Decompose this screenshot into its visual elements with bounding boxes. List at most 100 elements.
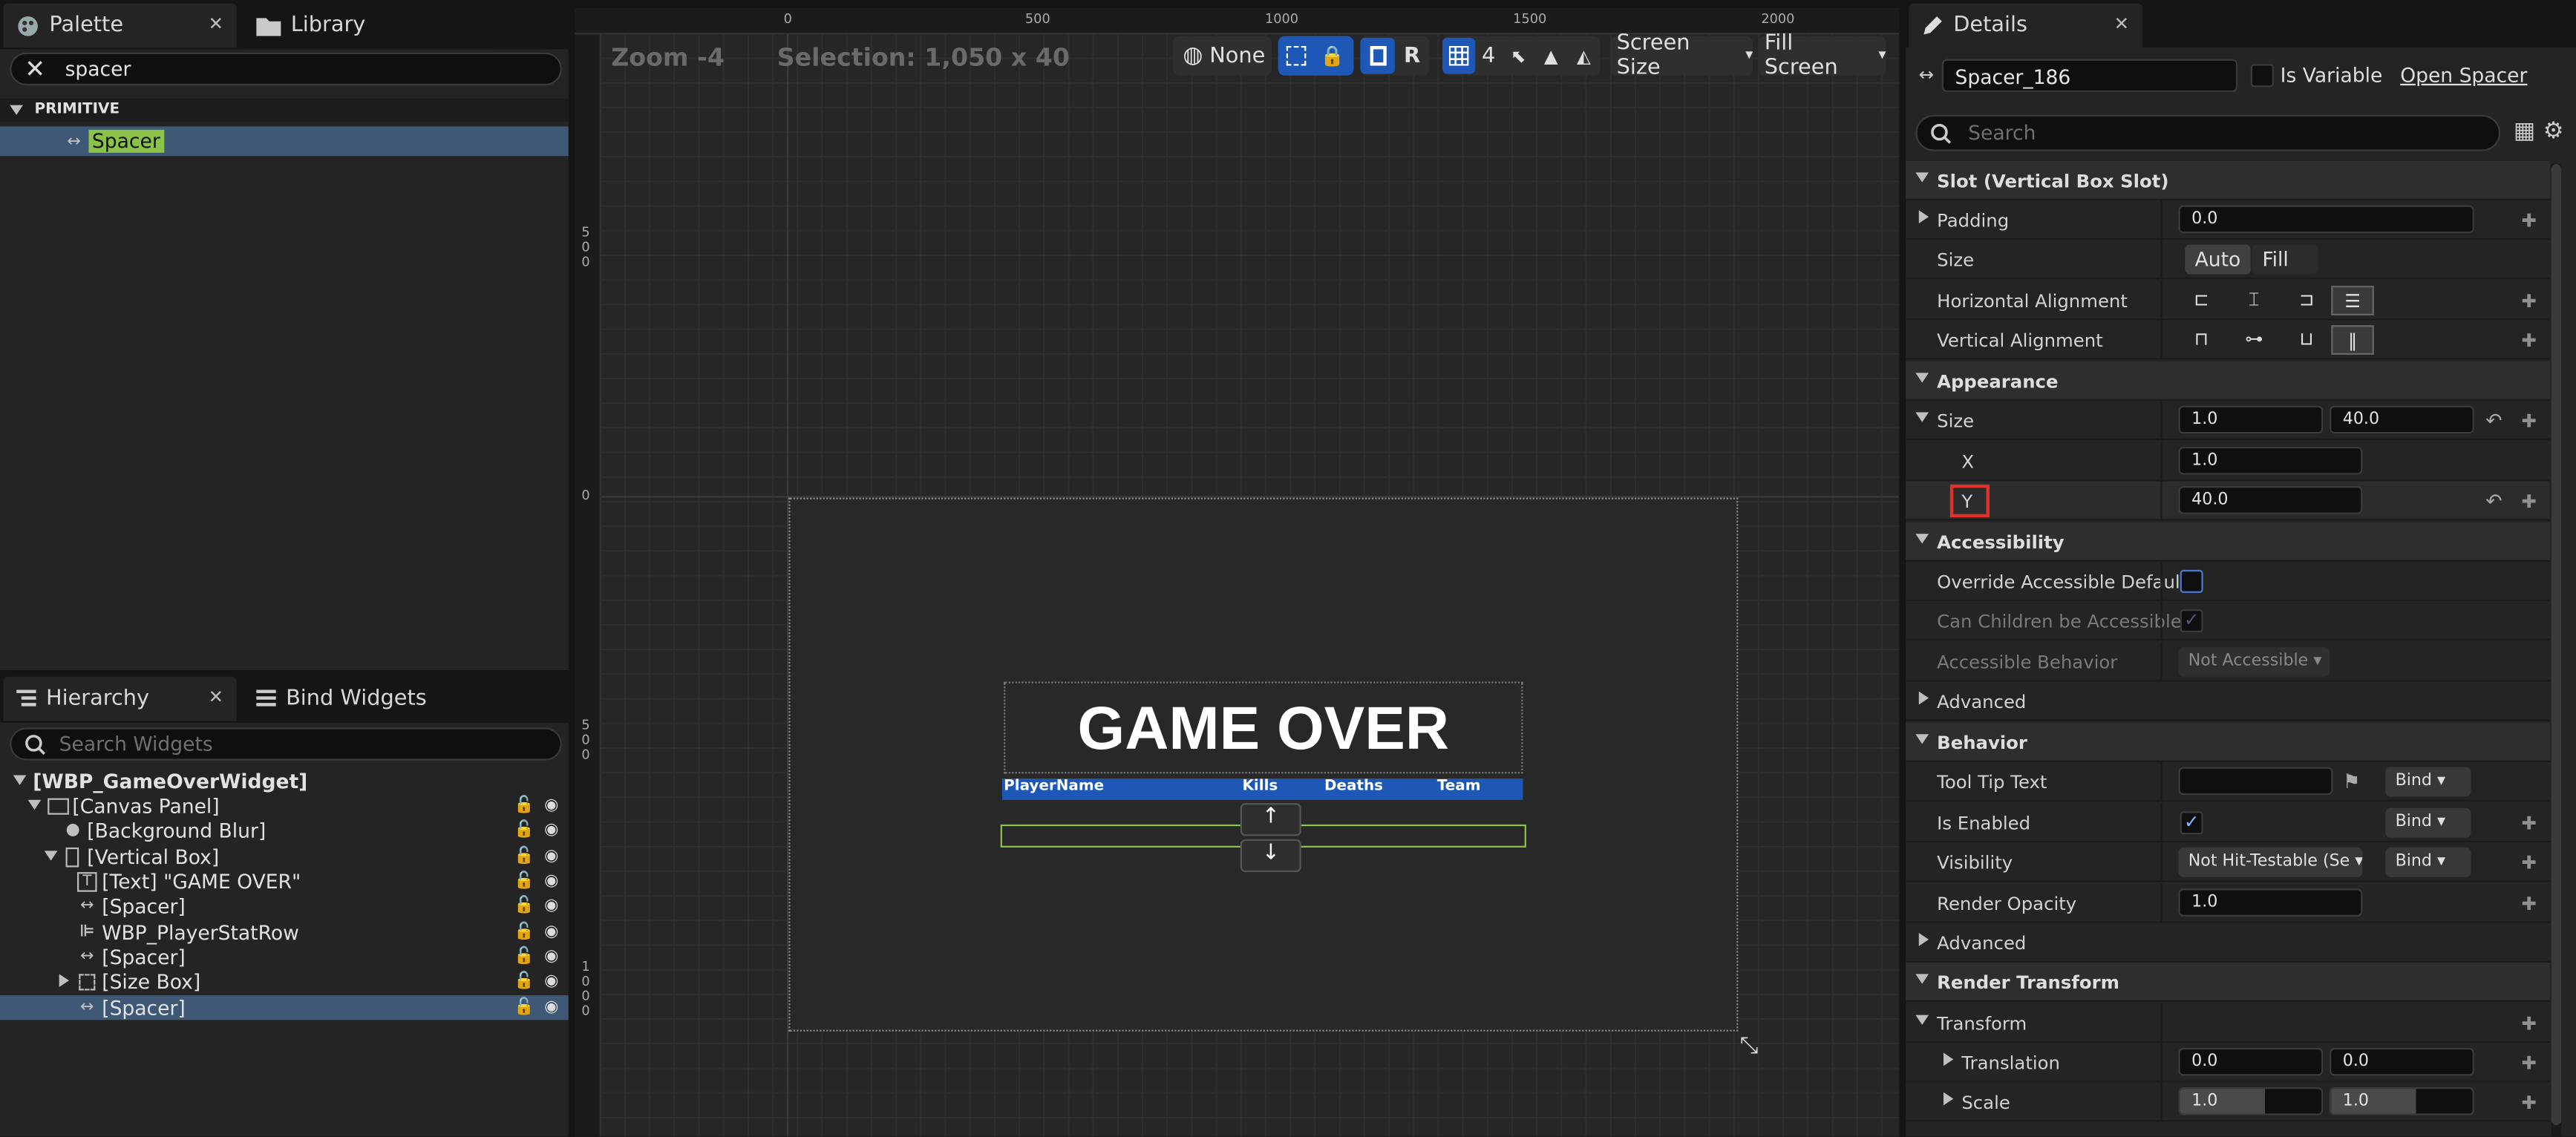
player-stat-row[interactable]: PlayerName Kills Deaths Team xyxy=(1001,778,1523,800)
align-top-icon[interactable]: ⊓ xyxy=(2180,325,2223,355)
tree-row-canvas-panel[interactable]: [Canvas Panel] 🔓 ◉ xyxy=(0,793,569,818)
align-right-icon[interactable]: ⊐ xyxy=(2285,286,2328,315)
lock-visibility-icons[interactable]: 🔓 ◉ xyxy=(514,796,558,814)
property-advanced[interactable]: Advanced xyxy=(1906,923,2550,963)
move-down-button[interactable]: ↓ xyxy=(1240,839,1301,873)
x-input[interactable]: 1.0 xyxy=(2178,446,2363,475)
size-fill-button[interactable]: Fill xyxy=(2252,244,2318,275)
details-search-input[interactable]: Search xyxy=(1915,114,2501,151)
size-x-input[interactable]: 1.0 xyxy=(2178,405,2324,434)
flag-icon[interactable]: ⚑ xyxy=(2343,770,2361,793)
align-bottom-icon[interactable]: ⊔ xyxy=(2285,325,2328,355)
scrollbar-thumb[interactable] xyxy=(2551,164,2562,1125)
keyframe-icon[interactable]: ✚ xyxy=(2521,291,2536,312)
keyframe-icon[interactable]: ✚ xyxy=(2521,491,2536,513)
is-enabled-checkbox[interactable]: ✓ xyxy=(2180,811,2203,835)
align-fill-icon[interactable]: ☰ xyxy=(2331,286,2374,315)
tree-row-spacer[interactable]: ↔ [Spacer] 🔓 ◉ xyxy=(0,944,569,969)
translation-x-input[interactable]: 0.0 xyxy=(2178,1047,2324,1076)
category-slot[interactable]: Slot (Vertical Box Slot) xyxy=(1906,160,2550,200)
fill-screen-dropdown[interactable]: Fill Screen ▾ xyxy=(1757,31,1886,80)
override-checkbox[interactable] xyxy=(2180,569,2203,593)
keyframe-icon[interactable]: ✚ xyxy=(2521,1092,2536,1114)
align-left-icon[interactable]: ⊏ xyxy=(2180,286,2223,315)
image-icon[interactable]: ▲ xyxy=(1534,38,1567,74)
r-button[interactable]: R xyxy=(1395,38,1429,74)
palette-search-input[interactable]: ✕ spacer xyxy=(10,52,562,86)
tab-hierarchy[interactable]: Hierarchy ✕ xyxy=(3,676,237,721)
tab-bind-widgets[interactable]: Bind Widgets xyxy=(243,676,490,721)
property-advanced[interactable]: Advanced xyxy=(1906,681,2550,721)
size-y-input[interactable]: 40.0 xyxy=(2330,405,2474,434)
close-icon[interactable]: ✕ xyxy=(209,13,223,35)
y-input[interactable]: 40.0 xyxy=(2178,486,2363,514)
flip-icon[interactable]: ◭ xyxy=(1567,38,1600,74)
reset-icon[interactable]: ↶ xyxy=(2485,409,2502,432)
lock-visibility-icons[interactable]: 🔓 ◉ xyxy=(514,872,558,890)
open-spacer-link[interactable]: Open Spacer xyxy=(2400,64,2527,87)
clear-search-icon[interactable]: ✕ xyxy=(24,54,45,84)
tree-row-size-box[interactable]: [Size Box] 🔓 ◉ xyxy=(0,969,569,994)
keyframe-icon[interactable]: ✚ xyxy=(2521,1013,2536,1035)
tree-row-root[interactable]: [WBP_GameOverWidget] xyxy=(0,769,569,793)
scale-y-input[interactable]: 1.0 xyxy=(2330,1087,2474,1115)
tree-row-background-blur[interactable]: ● [Background Blur] 🔓 ◉ xyxy=(0,818,569,842)
lock-visibility-icons[interactable]: 🔓 ◉ xyxy=(514,972,558,990)
tree-row-spacer-selected[interactable]: ↔ [Spacer] 🔓 ◉ xyxy=(0,995,569,1020)
grid-icon[interactable] xyxy=(1442,37,1476,74)
category-appearance[interactable]: Appearance xyxy=(1906,361,2550,401)
lock-visibility-icons[interactable]: 🔓 ◉ xyxy=(514,948,558,966)
hierarchy-search-input[interactable]: Search Widgets xyxy=(10,727,562,761)
size-auto-button[interactable]: Auto xyxy=(2185,244,2251,275)
tab-palette[interactable]: Palette ✕ xyxy=(3,3,237,48)
lock-visibility-icons[interactable]: 🔓 ◉ xyxy=(514,923,558,941)
lock-visibility-icons[interactable]: 🔓 ◉ xyxy=(514,897,558,914)
align-middle-icon[interactable]: ⊶ xyxy=(2232,325,2275,355)
padding-input[interactable]: 0.0 xyxy=(2178,205,2474,234)
keyframe-icon[interactable]: ✚ xyxy=(2521,330,2536,352)
lock-visibility-icons[interactable]: 🔓 ◉ xyxy=(514,999,558,1017)
tooltip-bind-dropdown[interactable]: Bind ▾ xyxy=(2385,767,2471,797)
category-behavior[interactable]: Behavior xyxy=(1906,722,2550,762)
keyframe-icon[interactable]: ✚ xyxy=(2521,853,2536,874)
keyframe-icon[interactable]: ✚ xyxy=(2521,210,2536,232)
render-opacity-input[interactable]: 1.0 xyxy=(2178,888,2363,917)
lock-visibility-icons[interactable]: 🔓 ◉ xyxy=(514,848,558,865)
keyframe-icon[interactable]: ✚ xyxy=(2521,410,2536,432)
settings-gear-icon[interactable]: ⚙ xyxy=(2543,118,2564,144)
resize-handle-icon[interactable]: ⤡ xyxy=(1740,1033,1759,1059)
tooltip-input[interactable] xyxy=(2178,767,2333,796)
palette-item-spacer[interactable]: ↔ Spacer xyxy=(0,126,569,157)
keyframe-icon[interactable]: ✚ xyxy=(2521,813,2536,834)
keyframe-icon[interactable]: ✚ xyxy=(2521,1053,2536,1075)
expand-arrow-icon[interactable] xyxy=(59,974,69,988)
collapse-arrow-icon[interactable] xyxy=(10,105,23,115)
align-vfill-icon[interactable]: ‖ xyxy=(2331,325,2374,355)
move-up-button[interactable]: ↑ xyxy=(1240,803,1301,836)
align-center-icon[interactable]: ⌶ xyxy=(2232,286,2275,315)
lock-icon[interactable]: 🔒 xyxy=(1314,38,1350,74)
game-over-text-box[interactable]: GAME OVER xyxy=(1004,681,1523,774)
screen-size-dropdown[interactable]: Screen Size ▾ xyxy=(1609,31,1753,80)
scale-x-input[interactable]: 1.0 xyxy=(2178,1087,2324,1115)
tab-details[interactable]: Details ✕ xyxy=(1909,3,2142,48)
tree-row-vertical-box[interactable]: [Vertical Box] 🔓 ◉ xyxy=(0,844,569,868)
keyframe-icon[interactable]: ✚ xyxy=(2521,894,2536,915)
category-primitive[interactable]: PRIMITIVE xyxy=(0,98,569,122)
is-variable-checkbox[interactable] xyxy=(2250,64,2274,88)
localization-dropdown[interactable]: ◍ None xyxy=(1173,36,1272,76)
cursor-icon[interactable]: ⬉ xyxy=(1502,38,1534,74)
table-view-icon[interactable]: ▦ xyxy=(2514,118,2535,144)
tab-library[interactable]: Library xyxy=(243,3,490,48)
respect-locks-toggle[interactable]: 🔒 xyxy=(1278,36,1354,76)
expand-arrow-icon[interactable] xyxy=(13,775,27,785)
enabled-bind-dropdown[interactable]: Bind ▾ xyxy=(2385,807,2471,838)
visibility-bind-dropdown[interactable]: Bind ▾ xyxy=(2385,847,2471,877)
expand-arrow-icon[interactable] xyxy=(27,799,42,810)
select-box-icon[interactable] xyxy=(1278,38,1315,74)
expand-arrow-icon[interactable] xyxy=(44,851,58,861)
details-scrollbar[interactable] xyxy=(2551,164,2562,1137)
widget-name-input[interactable]: Spacer_186 xyxy=(1941,59,2238,92)
translation-y-input[interactable]: 0.0 xyxy=(2330,1047,2474,1076)
visibility-dropdown[interactable]: Not Hit-Testable (Se ▾ xyxy=(2178,847,2363,877)
